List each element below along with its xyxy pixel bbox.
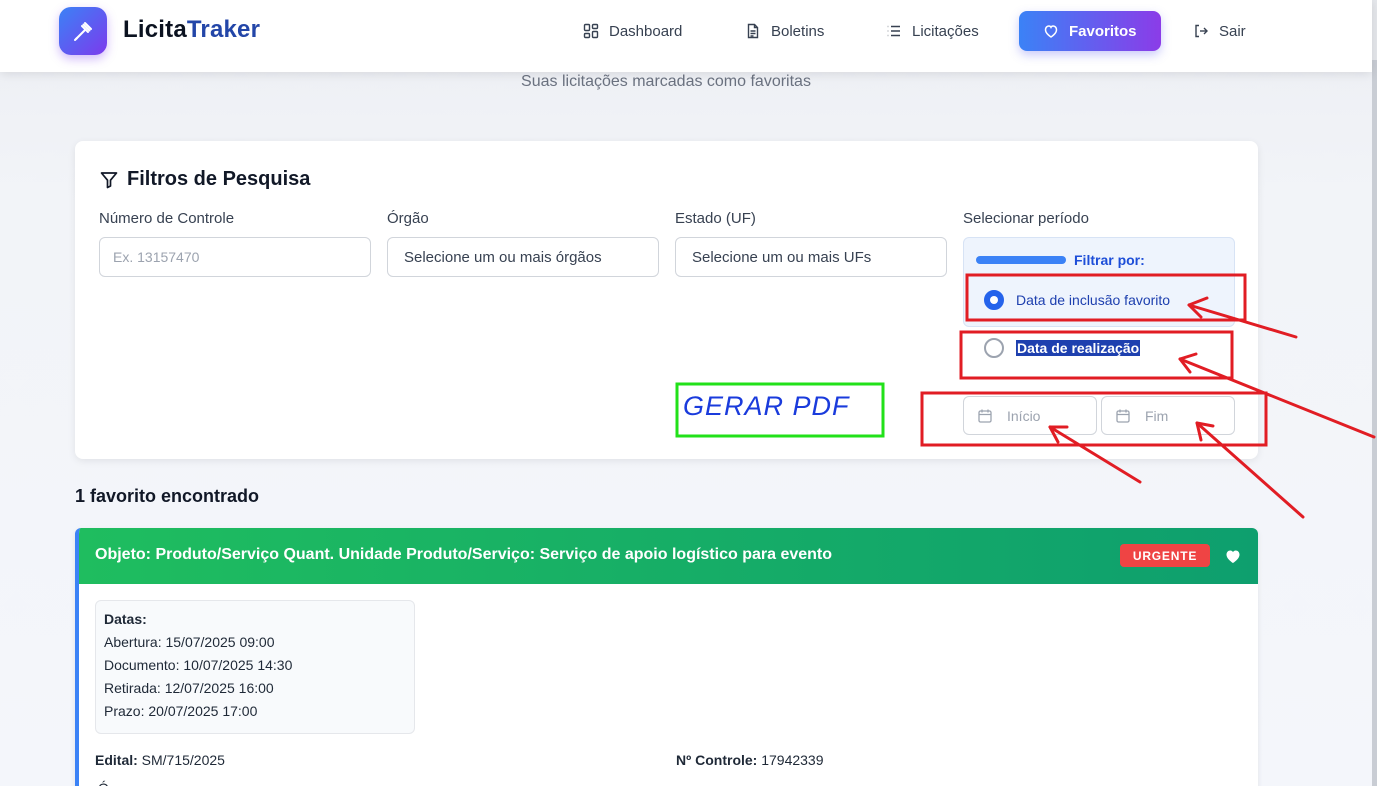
date-documento-label: Documento: <box>104 657 180 673</box>
periodo-label: Selecionar período <box>963 210 1089 227</box>
date-end-placeholder: Fim <box>1145 407 1169 424</box>
nav-favoritos-label: Favoritos <box>1069 22 1137 40</box>
radio-option-realizacao[interactable]: Data de realização <box>984 338 1141 358</box>
dates-box: Datas: Abertura: 15/07/2025 09:00 Docume… <box>95 600 415 734</box>
nav-boletins-label: Boletins <box>771 22 825 40</box>
brand-main: Licita <box>123 16 187 43</box>
date-start-placeholder: Início <box>1007 407 1041 424</box>
filter-title: Filtros de Pesquisa <box>99 168 310 191</box>
orgao-select[interactable]: Selecione um ou mais órgãos <box>387 237 659 277</box>
date-documento-value: 10/07/2025 14:30 <box>183 657 293 673</box>
radio-inclusao-checked[interactable] <box>984 290 1004 310</box>
orgao-label: Órgão <box>387 210 429 227</box>
urgent-badge: URGENTE <box>1120 544 1210 567</box>
heart-icon <box>1044 25 1058 38</box>
nav-dashboard-label: Dashboard <box>609 22 683 40</box>
nav-sair[interactable]: Sair <box>1181 11 1258 51</box>
list-icon <box>887 25 900 37</box>
radio-option-inclusao[interactable]: Data de inclusão favorito <box>984 290 1170 310</box>
estado-select[interactable]: Selecione um ou mais UFs <box>675 237 947 277</box>
nav-licitacoes[interactable]: Licitações <box>874 11 991 51</box>
nav-dashboard[interactable]: Dashboard <box>571 11 694 51</box>
edital-info: Edital: SM/715/2025 <box>95 752 225 768</box>
numero-controle-label: Número de Controle <box>99 210 235 227</box>
nav-sair-label: Sair <box>1219 22 1246 40</box>
result-card-title[interactable]: Objeto: Produto/Serviço Quant. Unidade P… <box>95 546 832 564</box>
orgao-info-cut: Ó <box>98 780 109 786</box>
page-subtitle: Suas licitações marcadas como favoritas <box>521 73 811 90</box>
favorite-result-card[interactable]: Objeto: Produto/Serviço Quant. Unidade P… <box>75 528 1258 786</box>
period-bar <box>976 256 1066 264</box>
date-retirada-label: Retirada: <box>104 680 161 696</box>
edital-value: SM/715/2025 <box>141 752 225 768</box>
filter-title-text: Filtros de Pesquisa <box>127 168 311 190</box>
orgao-select-value: Selecione um ou mais órgãos <box>404 248 602 266</box>
estado-label: Estado (UF) <box>675 210 756 227</box>
date-prazo-value: 20/07/2025 17:00 <box>148 703 258 719</box>
date-prazo: Prazo: 20/07/2025 17:00 <box>104 703 406 719</box>
favorite-heart-icon[interactable] <box>1224 547 1242 565</box>
numero-controle-field[interactable] <box>99 237 371 277</box>
logout-icon <box>1195 24 1208 38</box>
calendar-icon <box>978 409 992 423</box>
edital-label: Edital: <box>95 752 138 768</box>
radio-realizacao[interactable] <box>984 338 1004 358</box>
radio-realizacao-label: Data de realização <box>1016 340 1141 356</box>
dates-heading: Datas: <box>104 611 147 627</box>
nav-favoritos[interactable]: Favoritos <box>1019 11 1161 51</box>
top-navbar: LicitaTraker Dashboard Boletins Licitaçõ… <box>0 0 1372 72</box>
date-retirada-value: 12/07/2025 16:00 <box>164 680 274 696</box>
date-prazo-label: Prazo: <box>104 703 145 719</box>
brand-name[interactable]: LicitaTraker <box>123 16 260 44</box>
controle-value: 17942339 <box>761 752 824 768</box>
date-end-field[interactable]: Fim <box>1101 396 1235 435</box>
calendar-icon <box>1116 409 1130 423</box>
date-abertura: Abertura: 15/07/2025 09:00 <box>104 634 406 650</box>
results-count: 1 favorito encontrado <box>75 486 260 506</box>
brand-accent: Traker <box>186 16 261 43</box>
dashboard-icon <box>583 23 599 39</box>
estado-select-value: Selecione um ou mais UFs <box>692 248 872 266</box>
scrollbar-thumb[interactable] <box>1372 60 1377 786</box>
filter-icon <box>100 171 118 188</box>
logo-gavel-icon[interactable] <box>59 7 107 55</box>
nav-boletins[interactable]: Boletins <box>733 11 836 51</box>
nav-licitacoes-label: Licitações <box>912 22 979 40</box>
document-icon <box>747 23 759 39</box>
filtrar-por-heading: Filtrar por: <box>1074 252 1145 268</box>
date-start-field[interactable]: Início <box>963 396 1097 435</box>
controle-label: Nº Controle: <box>676 752 758 768</box>
controle-info: Nº Controle: 17942339 <box>676 752 824 768</box>
date-retirada: Retirada: 12/07/2025 16:00 <box>104 680 406 696</box>
date-documento: Documento: 10/07/2025 14:30 <box>104 657 406 673</box>
result-card-header: Objeto: Produto/Serviço Quant. Unidade P… <box>79 528 1258 584</box>
numero-controle-input[interactable] <box>113 249 353 265</box>
date-abertura-value: 15/07/2025 09:00 <box>165 634 275 650</box>
radio-inclusao-label: Data de inclusão favorito <box>1016 292 1171 308</box>
period-filter-panel <box>963 237 1235 327</box>
date-abertura-label: Abertura: <box>104 634 162 650</box>
